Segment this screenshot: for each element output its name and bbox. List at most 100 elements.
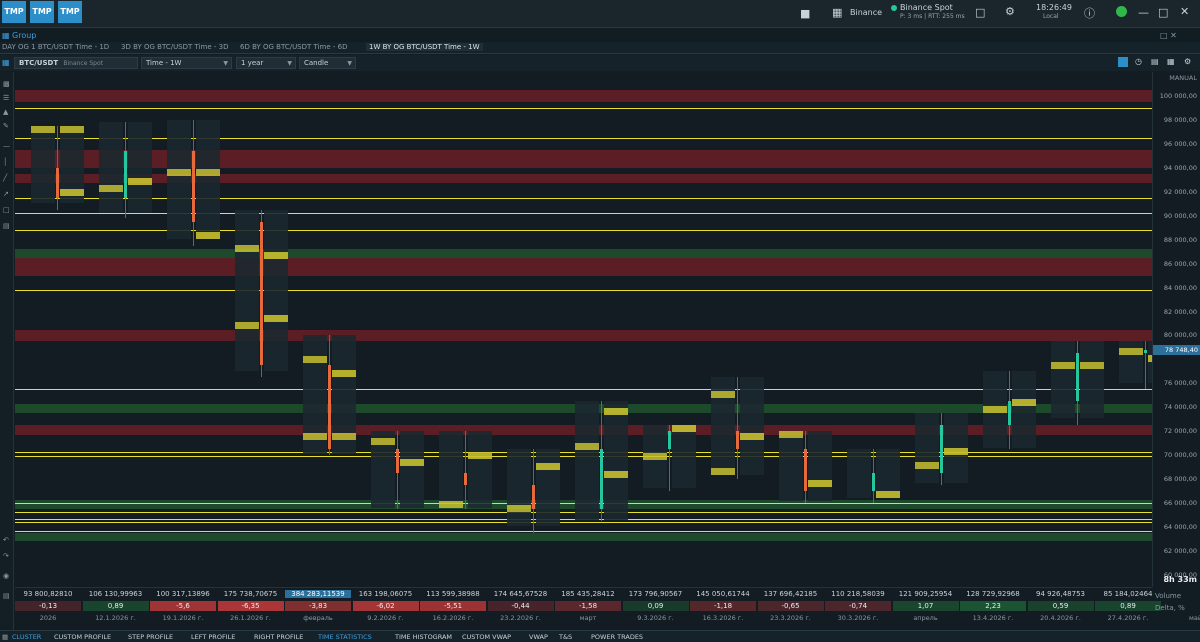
horizontal-level[interactable]	[15, 389, 1152, 391]
group-window-icons[interactable]: □ ✕	[1160, 31, 1177, 40]
candle-body[interactable]	[56, 167, 59, 198]
range-select[interactable]: 1 year ▼	[236, 57, 296, 69]
minimize-icon[interactable]: —	[1138, 6, 1149, 19]
cluster-cell	[740, 391, 764, 399]
tab-vwap[interactable]: VWAP	[529, 633, 548, 641]
tab-right-profile[interactable]: RIGHT PROFILE	[254, 633, 303, 641]
candle-body[interactable]	[328, 365, 331, 450]
grid-icon[interactable]: ▦	[1167, 57, 1175, 66]
close-icon[interactable]: ✕	[1180, 5, 1189, 18]
lock-icon[interactable]: ■	[800, 7, 810, 20]
layers-icon[interactable]: ☰	[3, 94, 11, 102]
tmp-button-1[interactable]: TMP	[2, 1, 26, 23]
price-mode[interactable]: MANUAL	[1169, 74, 1197, 82]
candle-body[interactable]	[1076, 353, 1079, 402]
candle-body[interactable]	[1144, 350, 1147, 354]
price-axis[interactable]: MANUAL 100 000,00 98 000,00 96 000,00 94 00…	[1152, 72, 1200, 587]
user-status-icon[interactable]	[1116, 6, 1127, 17]
calendar-icon[interactable]: ▦	[832, 6, 842, 19]
candle-body[interactable]	[600, 449, 603, 510]
eye-icon[interactable]: ◉	[3, 572, 11, 580]
alert-icon[interactable]: ▲	[3, 108, 11, 116]
candle-body[interactable]	[736, 431, 739, 450]
horizontal-level[interactable]	[15, 289, 1152, 291]
tab-day[interactable]: DAY OG 1 BTC/USDT Time - 1D	[2, 43, 109, 51]
cluster-cell	[604, 422, 628, 430]
sidebar-toggle-icon[interactable]: ▦	[2, 633, 8, 641]
ray-icon[interactable]: ↗	[3, 190, 11, 198]
tab-ts[interactable]: T&S	[559, 633, 572, 641]
exchange-name[interactable]: Binance	[850, 8, 882, 17]
price-label: 96 000,00	[1163, 139, 1197, 148]
tab-1w[interactable]: 1W BY OG BTC/USDT Time - 1W	[366, 43, 483, 51]
horizontal-level[interactable]	[15, 522, 1152, 524]
tab-6d[interactable]: 6D BY OG BTC/USDT Time - 6D	[240, 43, 347, 51]
cluster-cell	[536, 470, 560, 478]
rectangle-icon[interactable]: □	[3, 206, 11, 214]
tab-left-profile[interactable]: LEFT PROFILE	[191, 633, 235, 641]
tab-custom-profile[interactable]: CUSTOM PROFILE	[54, 633, 111, 641]
tmp-button-2[interactable]: TMP	[30, 1, 54, 23]
cluster-cell	[944, 420, 968, 428]
candle-body[interactable]	[124, 151, 127, 198]
trend-line-icon[interactable]: ╱	[3, 174, 11, 182]
horizontal-level[interactable]	[15, 107, 1152, 109]
candle-body[interactable]	[940, 425, 943, 474]
symbol-select[interactable]: BTC/USDT Binance Spot	[14, 57, 138, 69]
undo-icon[interactable]: ↶	[3, 536, 11, 544]
tab-time-histogram[interactable]: TIME HISTOGRAM	[395, 633, 452, 641]
line-icon[interactable]: —	[3, 142, 11, 150]
cluster-cell	[604, 415, 628, 423]
cluster-cell	[235, 265, 259, 273]
redo-icon[interactable]: ↷	[3, 552, 11, 560]
cluster-cell	[575, 506, 599, 514]
maximize-icon[interactable]: □	[1158, 6, 1168, 19]
group-label[interactable]: Group	[12, 31, 36, 40]
cluster-cell	[332, 370, 356, 378]
cluster-chart[interactable]	[15, 72, 1152, 587]
candle-body[interactable]	[804, 449, 807, 492]
tab-power-trades[interactable]: POWER TRADES	[591, 633, 643, 641]
tab-cluster[interactable]: CLUSTER	[12, 633, 41, 641]
cluster-cell	[643, 425, 667, 433]
chart-tool-icon[interactable]: ▩	[3, 80, 11, 88]
tab-3d[interactable]: 3D BY OG BTC/USDT Time - 3D	[121, 43, 228, 51]
trash-icon[interactable]: ▤	[1151, 57, 1159, 66]
timeframe-select[interactable]: Time - 1W ▼	[141, 57, 232, 69]
candle-body[interactable]	[1008, 401, 1011, 426]
tab-step-profile[interactable]: STEP PROFILE	[128, 633, 173, 641]
candle-body[interactable]	[396, 449, 399, 474]
tab-time-statistics[interactable]: TIME STATISTICS	[318, 633, 372, 641]
clock-icon[interactable]: ◷	[1135, 57, 1142, 66]
candle-body[interactable]	[532, 485, 535, 510]
chat-icon[interactable]: □	[975, 6, 985, 19]
text-icon[interactable]: ▤	[3, 222, 11, 230]
volume-value: 145 050,61744	[696, 590, 750, 598]
delete-drawings-icon[interactable]: ▤	[3, 592, 11, 600]
brush-icon[interactable]: ✎	[3, 122, 11, 130]
cluster-cell	[507, 463, 531, 471]
price-label: 94 000,00	[1163, 163, 1197, 172]
candle-body[interactable]	[192, 151, 195, 222]
candle-body[interactable]	[872, 473, 875, 492]
vertical-line-icon[interactable]: │	[3, 158, 11, 166]
horizontal-level[interactable]	[15, 530, 1152, 532]
layout-icon[interactable]	[1118, 57, 1128, 67]
cluster-cell	[235, 335, 259, 343]
candle-body[interactable]	[260, 221, 263, 366]
help-icon[interactable]: ⓘ	[1084, 5, 1095, 21]
chart-type-select[interactable]: Candle ▼	[299, 57, 356, 69]
volume-row-label: Volume	[1155, 592, 1182, 600]
cluster-cell	[99, 185, 123, 193]
date-label: 30.3.2026 г.	[837, 614, 879, 622]
cluster-cell	[303, 398, 327, 406]
tmp-button-3[interactable]: TMP	[58, 1, 82, 23]
tab-custom-vwap[interactable]: CUSTOM VWAP	[462, 633, 511, 641]
cluster-cell	[604, 513, 628, 521]
candle-body[interactable]	[668, 431, 671, 450]
symbol-icon[interactable]: ▦	[2, 58, 10, 67]
cluster-cell	[711, 461, 735, 469]
candle-body[interactable]	[464, 473, 467, 486]
settings-icon[interactable]: ⚙	[1184, 57, 1191, 66]
gear-icon[interactable]: ⚙	[1005, 5, 1015, 18]
